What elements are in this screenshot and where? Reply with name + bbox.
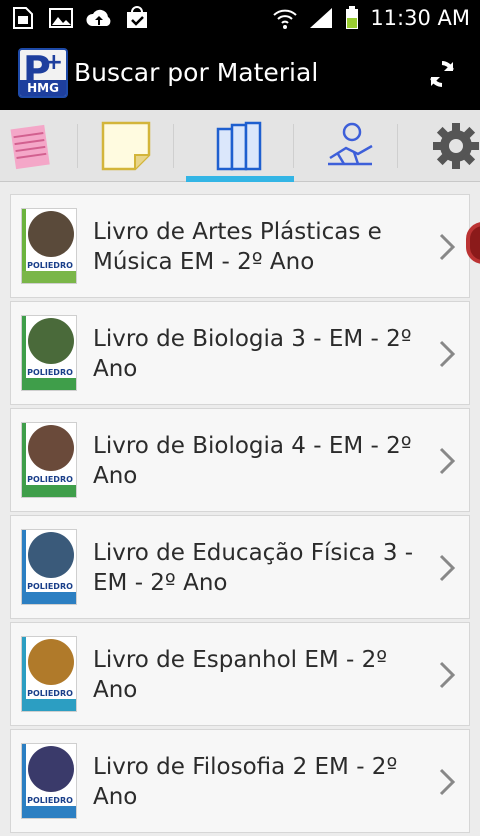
logo-text: HMG: [20, 80, 66, 96]
gear-icon: [433, 123, 479, 169]
chevron-right-icon: [439, 768, 456, 796]
cover-art: [28, 639, 74, 685]
cover-art: [28, 318, 74, 364]
tab-bar: [0, 110, 480, 182]
material-title: Livro de Biologia 3 - EM - 2º Ano: [93, 326, 412, 382]
chevron-right-icon: [439, 447, 456, 475]
cover-brand: POLIEDRO: [27, 582, 73, 591]
tab-notes[interactable]: [0, 110, 78, 182]
cover-footer: [22, 592, 76, 604]
cover-brand: POLIEDRO: [27, 796, 73, 805]
cover-art: [28, 211, 74, 257]
cover-brand: POLIEDRO: [27, 689, 73, 698]
chevron-right-icon: [439, 554, 456, 582]
material-list: POLIEDRO Livro de Artes Plásticas e Músi…: [10, 194, 470, 836]
cover-footer: [22, 485, 76, 497]
book-cover: POLIEDRO: [21, 208, 77, 284]
cover-brand: POLIEDRO: [27, 261, 73, 270]
sim-icon: [13, 7, 33, 29]
cover-art: [28, 532, 74, 578]
chevron-right-icon: [439, 340, 456, 368]
list-item[interactable]: POLIEDRO Livro de Biologia 3 - EM - 2º A…: [10, 301, 470, 405]
app-logo[interactable]: P + HMG: [18, 48, 68, 98]
cover-brand: POLIEDRO: [27, 475, 73, 484]
tab-separator: [397, 124, 398, 168]
tab-separator: [173, 124, 174, 168]
app-bar: P + HMG Buscar por Material: [0, 38, 480, 110]
tab-reading[interactable]: [302, 110, 398, 182]
tab-books[interactable]: [186, 110, 294, 182]
list-item[interactable]: POLIEDRO Livro de Educação Física 3 - EM…: [10, 515, 470, 619]
chevron-right-icon: [439, 661, 456, 689]
sticky-note-icon: [101, 121, 151, 171]
logo-plus: +: [44, 50, 63, 75]
list-item[interactable]: POLIEDRO Livro de Artes Plásticas e Músi…: [10, 194, 470, 298]
battery-icon: [346, 6, 359, 29]
image-icon: [49, 8, 73, 28]
book-cover: POLIEDRO: [21, 743, 77, 819]
cloud-upload-icon: [86, 9, 111, 26]
refresh-icon[interactable]: [426, 58, 458, 90]
material-title: Livro de Biologia 4 - EM - 2º Ano: [93, 433, 412, 489]
list-item[interactable]: POLIEDRO Livro de Biologia 4 - EM - 2º A…: [10, 408, 470, 512]
status-bar: 11:30 AM: [0, 0, 480, 38]
cover-footer: [22, 378, 76, 390]
book-cover: POLIEDRO: [21, 315, 77, 391]
notepad-icon: [10, 124, 50, 170]
books-icon: [216, 121, 262, 171]
book-cover: POLIEDRO: [21, 529, 77, 605]
cover-brand: POLIEDRO: [27, 368, 73, 377]
page-title: Buscar por Material: [74, 58, 319, 87]
cover-art: [28, 746, 74, 792]
list-item[interactable]: POLIEDRO Livro de Espanhol EM - 2º Ano: [10, 622, 470, 726]
chevron-right-icon: [439, 233, 456, 261]
book-cover: POLIEDRO: [21, 636, 77, 712]
tab-separator: [293, 124, 294, 168]
cover-footer: [22, 699, 76, 711]
reader-icon: [328, 122, 373, 166]
signal-icon: [310, 8, 333, 28]
material-title: Livro de Filosofia 2 EM - 2º Ano: [93, 754, 398, 810]
material-title: Livro de Espanhol EM - 2º Ano: [93, 647, 388, 703]
material-title: Livro de Artes Plásticas e Música EM - 2…: [93, 219, 382, 275]
wifi-icon: [273, 9, 297, 29]
tab-sticky-note[interactable]: [78, 110, 174, 182]
book-cover: POLIEDRO: [21, 422, 77, 498]
cover-footer: [22, 806, 76, 818]
list-item[interactable]: POLIEDRO Livro de Filosofia 2 EM - 2º An…: [10, 729, 470, 833]
cover-art: [28, 425, 74, 471]
shopping-bag-check-icon: [127, 6, 147, 28]
tab-settings[interactable]: [408, 110, 480, 182]
cover-footer: [22, 271, 76, 283]
clock: 11:30 AM: [370, 6, 470, 30]
material-title: Livro de Educação Física 3 - EM - 2º Ano: [93, 540, 414, 596]
